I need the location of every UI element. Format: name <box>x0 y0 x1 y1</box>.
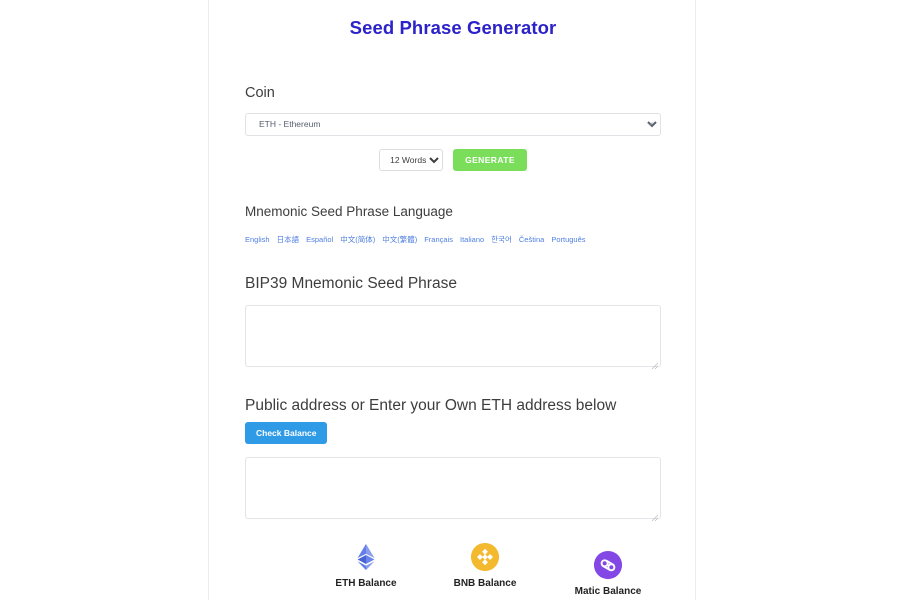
coin-select-wrapper: ETH - Ethereum <box>245 112 661 136</box>
seed-phrase-textarea-wrapper <box>245 304 661 372</box>
balance-label-matic: Matic Balance <box>574 586 642 597</box>
seed-phrase-textarea[interactable] <box>245 304 661 367</box>
language-link-korean[interactable]: 한국어 <box>491 234 512 245</box>
balance-label-bnb: BNB Balance <box>453 578 517 589</box>
address-textarea-wrapper <box>245 457 661 524</box>
coin-label: Coin <box>245 85 275 101</box>
language-link-chinese-simplified[interactable]: 中文(简体) <box>340 234 375 245</box>
ethereum-icon <box>351 542 381 572</box>
generate-button[interactable]: GENERATE <box>453 148 527 171</box>
content-column: Seed Phrase Generator Coin ETH - Ethereu… <box>245 0 661 600</box>
language-link-portuguese[interactable]: Português <box>551 235 585 244</box>
language-link-czech[interactable]: Čeština <box>519 235 544 244</box>
language-link-spanish[interactable]: Español <box>306 235 333 244</box>
language-link-list: English 日本語 Español 中文(简体) 中文(繁體) França… <box>245 234 661 245</box>
language-link-japanese[interactable]: 日本語 <box>277 234 300 245</box>
balance-card-eth: ETH Balance 0 <box>311 542 421 600</box>
balances-row: ETH Balance 0 <box>245 542 661 600</box>
language-link-french[interactable]: Français <box>424 235 453 244</box>
generate-row: 12 Words GENERATE <box>245 148 661 171</box>
language-link-italian[interactable]: Italiano <box>460 235 484 244</box>
balance-label-eth: ETH Balance <box>335 578 397 589</box>
polygon-matic-icon <box>593 550 623 580</box>
address-textarea[interactable] <box>245 457 661 519</box>
check-balance-button[interactable]: Check Balance <box>245 422 328 444</box>
page-title: Seed Phrase Generator <box>349 17 557 38</box>
language-link-english[interactable]: English <box>245 235 270 244</box>
mnemonic-language-label: Mnemonic Seed Phrase Language <box>245 203 453 219</box>
binance-coin-icon <box>470 542 500 572</box>
word-count-select[interactable]: 12 Words <box>379 148 444 171</box>
bip39-seed-phrase-label: BIP39 Mnemonic Seed Phrase <box>245 275 457 292</box>
coin-select[interactable]: ETH - Ethereum <box>245 112 661 136</box>
language-link-chinese-traditional[interactable]: 中文(繁體) <box>382 234 417 245</box>
public-address-label: Public address or Enter your Own ETH add… <box>245 396 617 414</box>
app-root: Seed Phrase Generator Coin ETH - Ethereu… <box>0 0 900 600</box>
content-container: Seed Phrase Generator Coin ETH - Ethereu… <box>208 0 696 600</box>
balance-card-bnb: BNB Balance 0 <box>430 542 540 600</box>
balance-card-matic: Matic Balance 0 <box>553 550 663 600</box>
